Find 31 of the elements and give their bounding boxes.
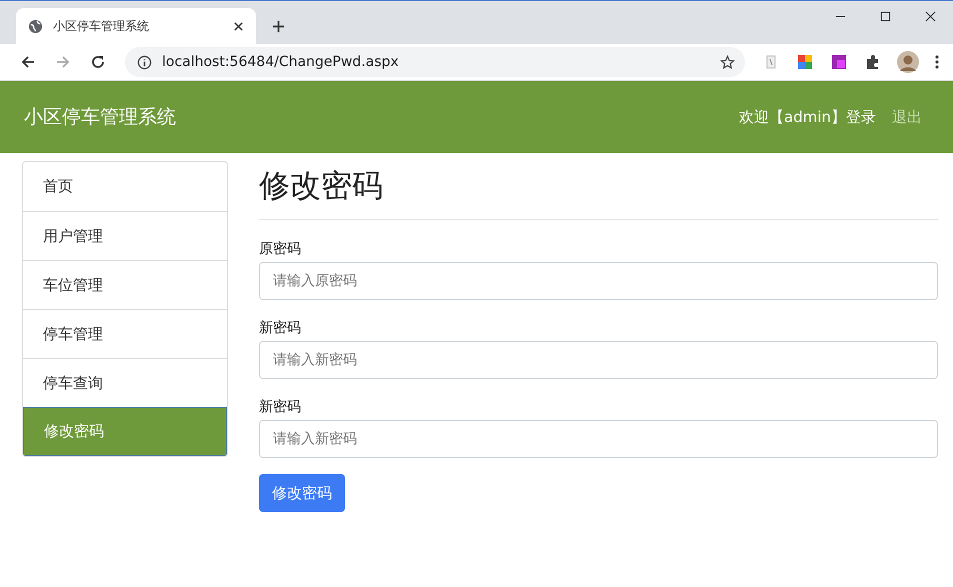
sidebar-item[interactable]: 首页 — [23, 162, 227, 211]
globe-icon — [28, 18, 43, 34]
info-icon — [137, 54, 152, 70]
puzzle-icon[interactable] — [865, 54, 881, 70]
sidebar-item[interactable]: 用户管理 — [23, 211, 227, 260]
address-bar[interactable]: localhost:56484/ChangePwd.aspx — [125, 47, 745, 77]
sidebar-item[interactable]: 停车管理 — [23, 309, 227, 358]
star-icon[interactable] — [720, 54, 735, 70]
browser-tab[interactable]: 小区停车管理系统 — [16, 8, 256, 44]
page-title: 修改密码 — [259, 167, 384, 206]
password-field[interactable]: 请输入新密码 — [259, 341, 938, 379]
field-label: 新密码 — [259, 319, 302, 337]
password-field[interactable]: 请输入新密码 — [259, 420, 938, 458]
close-icon[interactable] — [233, 20, 244, 32]
field-label: 原密码 — [259, 240, 302, 258]
password-field[interactable]: 请输入原密码 — [259, 262, 938, 300]
welcome-text: 欢迎【admin】登录 — [739, 108, 876, 126]
extension-icon[interactable] — [831, 54, 847, 70]
new-tab-icon[interactable] — [272, 20, 285, 33]
back-icon[interactable] — [20, 54, 36, 70]
avatar-icon[interactable] — [897, 51, 919, 73]
url-text: localhost:56484/ChangePwd.aspx — [162, 54, 399, 70]
maximize-icon[interactable] — [880, 11, 891, 22]
tab-title: 小区停车管理系统 — [53, 18, 150, 34]
field-label: 新密码 — [259, 398, 302, 416]
menu-icon[interactable] — [935, 54, 939, 70]
close-icon[interactable] — [925, 11, 936, 22]
colorful-square-icon[interactable] — [797, 54, 813, 70]
reload-icon[interactable] — [90, 54, 106, 70]
sidebar-item[interactable]: 车位管理 — [23, 260, 227, 309]
submit-button[interactable]: 修改密码 — [259, 474, 345, 512]
